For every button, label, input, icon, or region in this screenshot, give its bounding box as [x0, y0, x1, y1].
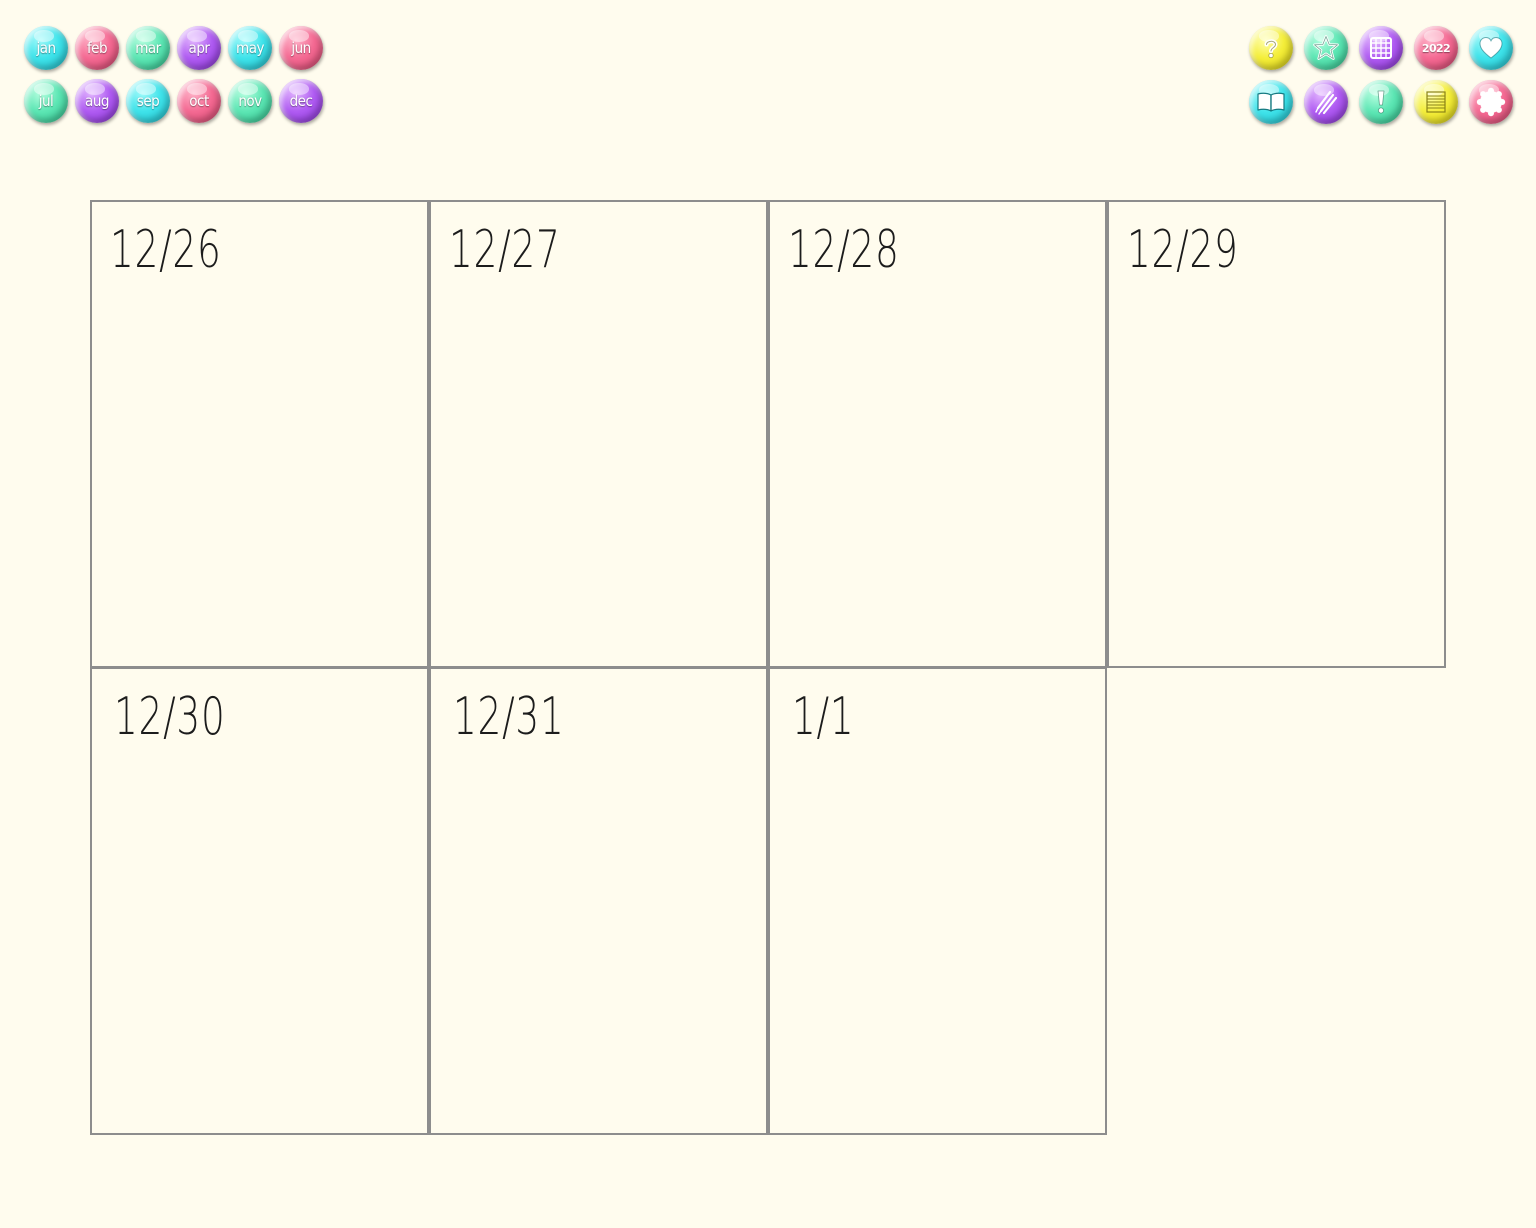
month-button-apr[interactable]: apr: [177, 26, 221, 70]
day-date: 12/27: [449, 220, 561, 280]
day-cell-12-29[interactable]: 12/29: [1107, 200, 1446, 668]
tool-navigation: 2022: [1249, 26, 1513, 124]
star-icon: [1313, 35, 1339, 60]
help-button[interactable]: [1249, 26, 1293, 70]
day-date: 12/30: [114, 687, 226, 747]
month-button-oct[interactable]: oct: [177, 79, 221, 123]
question-icon: [1264, 39, 1278, 59]
alert-button[interactable]: [1359, 80, 1403, 124]
month-label: mar: [135, 39, 161, 57]
day-date: 12/31: [453, 687, 565, 747]
month-label: apr: [188, 39, 210, 57]
pencils-button[interactable]: [1304, 80, 1348, 124]
notes-button[interactable]: [1414, 80, 1458, 124]
month-button-feb[interactable]: feb: [75, 26, 119, 70]
day-cell-12-31[interactable]: 12/31: [429, 667, 768, 1135]
day-date: 12/28: [788, 220, 900, 280]
month-button-jan[interactable]: jan: [24, 26, 68, 70]
month-button-jun[interactable]: jun: [279, 26, 323, 70]
day-cell-12-28[interactable]: 12/28: [768, 200, 1107, 668]
month-label: jul: [38, 92, 54, 110]
month-label: sep: [136, 92, 160, 110]
month-label: may: [236, 39, 264, 57]
day-cell-12-30[interactable]: 12/30: [90, 667, 429, 1135]
month-navigation: jan feb mar apr may jun jul aug sep oct …: [24, 26, 323, 123]
heart-button[interactable]: [1469, 26, 1513, 70]
month-label: jun: [291, 39, 311, 57]
calendar-grid-icon: [1370, 37, 1392, 59]
day-date: 12/29: [1127, 220, 1239, 280]
month-label: feb: [86, 39, 108, 57]
day-date: 1/1: [792, 687, 855, 747]
month-label: oct: [189, 92, 209, 110]
day-cell-12-26[interactable]: 12/26: [90, 200, 429, 668]
month-button-dec[interactable]: dec: [279, 79, 323, 123]
month-button-sep[interactable]: sep: [126, 79, 170, 123]
sticker-button[interactable]: [1469, 80, 1513, 124]
day-cell-12-27[interactable]: 12/27: [429, 200, 768, 668]
heart-icon: [1479, 36, 1503, 59]
year-button[interactable]: 2022: [1414, 26, 1458, 70]
scalloped-circle-icon: [1476, 87, 1506, 117]
pencils-icon: [1315, 90, 1338, 115]
month-label: jan: [36, 39, 56, 57]
exclamation-icon: [1377, 90, 1385, 114]
book-button[interactable]: [1249, 80, 1293, 124]
month-button-nov[interactable]: nov: [228, 79, 272, 123]
favorites-button[interactable]: [1304, 26, 1348, 70]
book-icon: [1257, 92, 1285, 112]
month-button-mar[interactable]: mar: [126, 26, 170, 70]
day-cell-1-1[interactable]: 1/1: [768, 667, 1107, 1135]
calendar-view-button[interactable]: [1359, 26, 1403, 70]
month-label: aug: [85, 92, 109, 110]
month-button-may[interactable]: may: [228, 26, 272, 70]
month-button-jul[interactable]: jul: [24, 79, 68, 123]
month-label: dec: [289, 92, 313, 110]
month-button-aug[interactable]: aug: [75, 79, 119, 123]
month-label: nov: [238, 92, 262, 110]
notepad-icon: [1426, 91, 1446, 113]
day-date: 12/26: [110, 220, 222, 280]
year-label: 2022: [1421, 41, 1451, 55]
week-calendar: 12/26 12/27 12/28 12/29 12/30 12/31 1/1: [90, 200, 1446, 1136]
